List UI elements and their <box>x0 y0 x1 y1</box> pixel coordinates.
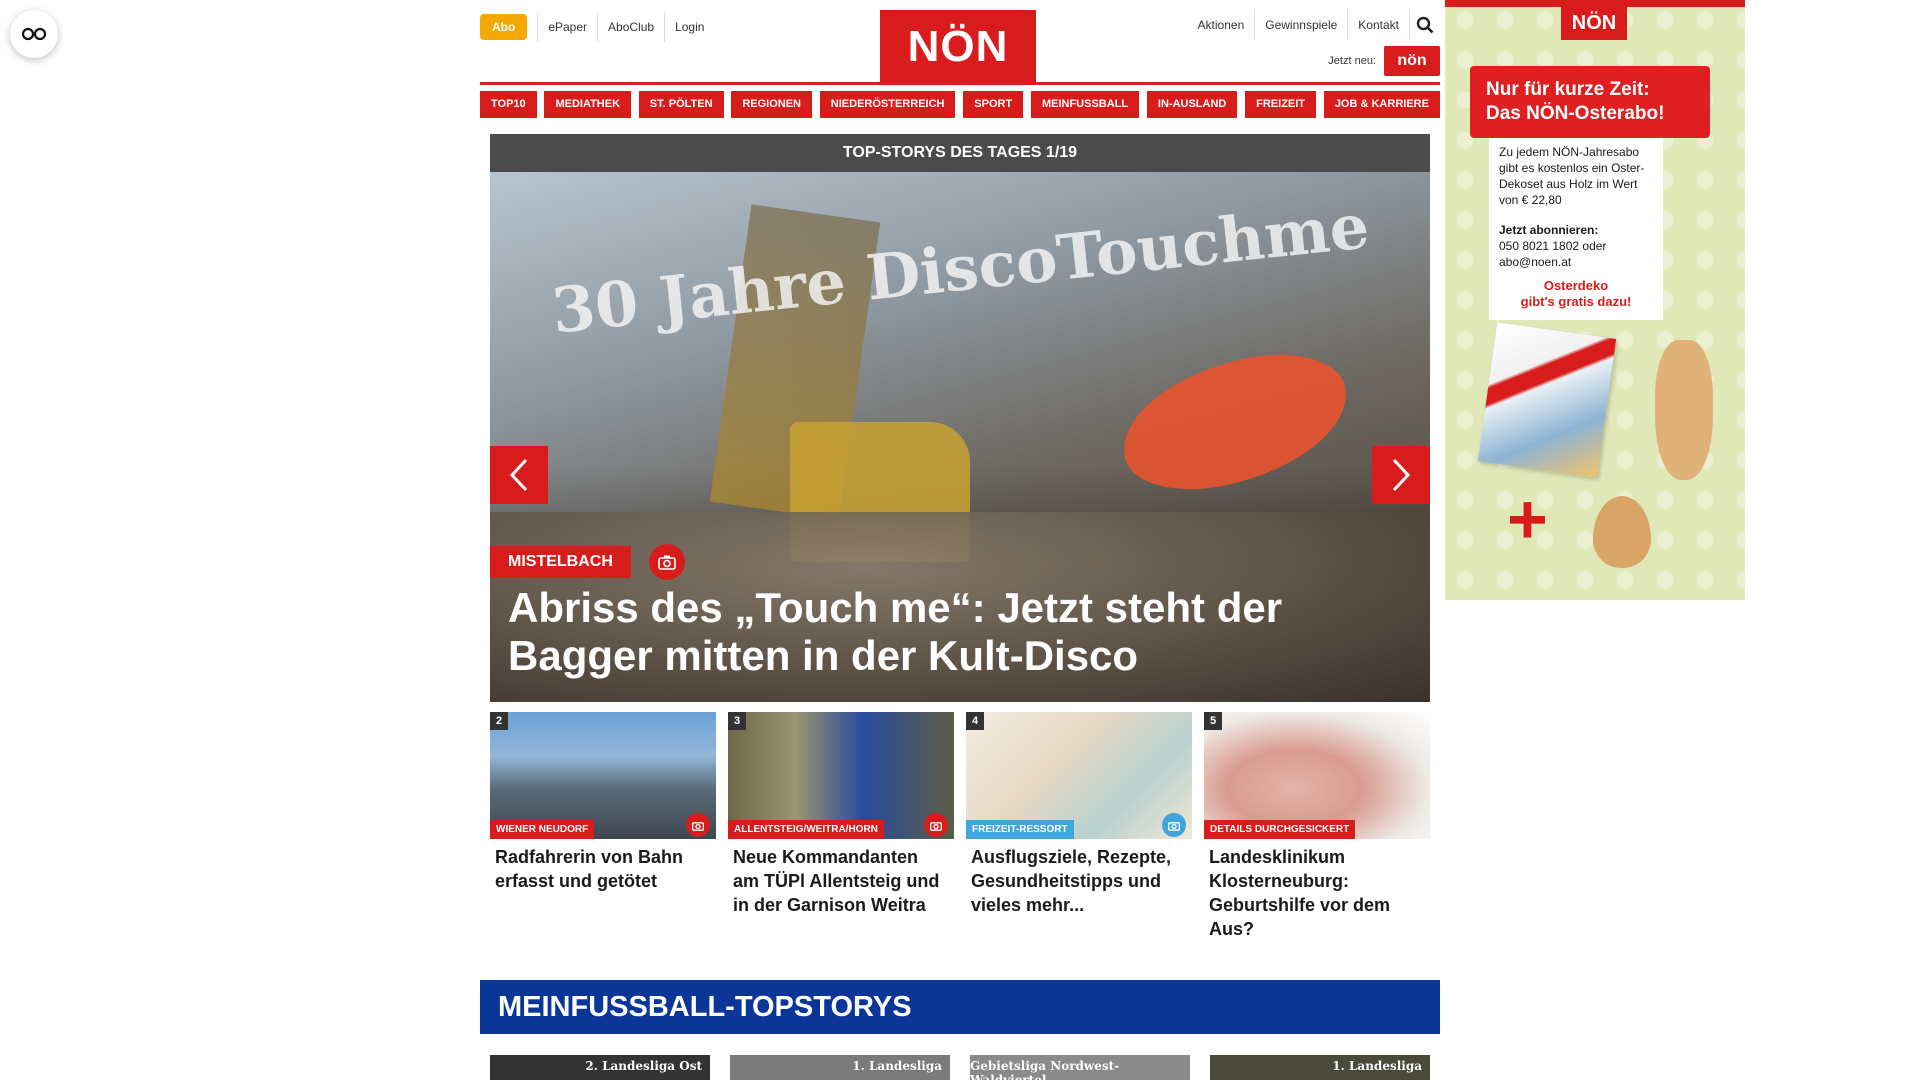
league-label: 1. Landesliga <box>1332 1059 1422 1073</box>
aktionen-link[interactable]: Aktionen <box>1188 10 1256 40</box>
nav-mediathek[interactable]: MEDIATHEK <box>544 91 632 118</box>
meinfussball-card[interactable]: 2. Landesliga Ost <box>490 1055 710 1080</box>
nav-in-ausland[interactable]: IN-AUSLAND <box>1146 91 1238 118</box>
chevron-right-icon <box>1392 458 1411 492</box>
search-button[interactable] <box>1410 10 1440 40</box>
teaser-card[interactable]: 5 DETAILS DURCHGESICKERT Landesklinikum … <box>1204 712 1430 941</box>
meinfussball-card[interactable]: 1. Landesliga <box>1210 1055 1430 1080</box>
league-label: 2. Landesliga Ost <box>585 1059 702 1073</box>
teaser-rank: 5 <box>1204 712 1222 730</box>
glasses-icon <box>21 27 47 41</box>
teaser-image: 3 ALLENTSTEIG/WEITRA/HORN <box>728 712 954 839</box>
ad-logo: NÖN <box>1561 6 1627 40</box>
teaser-rank: 2 <box>490 712 508 730</box>
meinfussball-cards: 2. Landesliga Ost 1. Landesliga Gebietsl… <box>490 1055 1430 1080</box>
league-label: Gebietsliga Nordwest-Waldviertel <box>970 1059 1120 1080</box>
gallery-badge <box>648 544 685 580</box>
header-divider <box>480 82 1440 85</box>
slider-headline[interactable]: Abriss des „Touch me“: Jetzt steht der B… <box>508 584 1408 680</box>
abo-button[interactable]: Abo <box>480 14 528 40</box>
nav-niederoesterreich[interactable]: NIEDERÖSTERREICH <box>819 91 956 118</box>
teaser-card[interactable]: 2 WIENER NEUDORF Radfahrerin von Bahn er… <box>490 712 716 941</box>
bunny-decoration <box>1655 340 1713 480</box>
nav-job-karriere[interactable]: JOB & KARRIERE <box>1323 91 1440 118</box>
ad-subscribe-contact: 050 8021 1802 oder abo@noen.at <box>1499 239 1607 269</box>
teaser-rank: 3 <box>728 712 746 730</box>
chevron-left-icon <box>509 458 528 492</box>
jetzt-neu: Jetzt neu: nön <box>1328 46 1440 76</box>
slider-prev-button[interactable] <box>490 446 548 504</box>
camera-icon <box>692 821 704 831</box>
lips-logo-shape <box>1110 339 1360 505</box>
kontakt-link[interactable]: Kontakt <box>1348 10 1410 40</box>
osterabo-ad[interactable]: NÖN Nur für kurze Zeit: Das NÖN-Osterabo… <box>1445 0 1745 600</box>
ad-newspapers-image <box>1477 322 1617 478</box>
teaser-card[interactable]: 3 ALLENTSTEIG/WEITRA/HORN Neue Kommandan… <box>728 712 954 941</box>
teaser-title[interactable]: Ausflugsziele, Rezepte, Gesundheitstipps… <box>966 839 1192 917</box>
header-left-links: Abo ePaper AboClub Login <box>480 12 714 42</box>
nav-top10[interactable]: TOP10 <box>480 91 537 118</box>
site-logo[interactable]: NÖN <box>880 10 1036 84</box>
page: Abo ePaper AboClub Login NÖN Aktionen Ge… <box>0 0 1920 1080</box>
camera-icon <box>1168 821 1180 831</box>
nav-st-poelten[interactable]: ST. PÖLTEN <box>638 91 724 118</box>
teaser-image: 5 DETAILS DURCHGESICKERT <box>1204 712 1430 839</box>
ad-offer-text: Zu jedem NÖN-Jahresabo gibt es kostenlos… <box>1499 145 1645 207</box>
meinfussball-section-title[interactable]: MEINFUSSBALL-TOPSTORYS <box>480 980 1440 1034</box>
gallery-badge <box>924 813 948 837</box>
teaser-title[interactable]: Landesklinikum Klosterneuburg: Geburtshi… <box>1204 839 1430 941</box>
ad-promo: Osterdeko gibt's gratis dazu! <box>1520 278 1632 309</box>
jetzt-neu-logo[interactable]: nön <box>1384 46 1440 76</box>
teaser-image: 4 FREIZEIT-RESSORT <box>966 712 1192 839</box>
egg-decoration <box>1593 496 1651 568</box>
gallery-badge <box>1162 813 1186 837</box>
camera-icon <box>930 821 942 831</box>
jetzt-neu-label: Jetzt neu: <box>1328 55 1376 67</box>
login-link[interactable]: Login <box>664 12 714 42</box>
teaser-category: DETAILS DURCHGESICKERT <box>1204 820 1356 839</box>
meinfussball-card[interactable]: 1. Landesliga <box>730 1055 950 1080</box>
main-nav: TOP10 MEDIATHEK ST. PÖLTEN REGIONEN NIED… <box>480 91 1440 118</box>
teaser-card[interactable]: 4 FREIZEIT-RESSORT Ausflugsziele, Rezept… <box>966 712 1192 941</box>
slider-category[interactable]: MISTELBACH <box>490 546 631 578</box>
teaser-title[interactable]: Neue Kommandanten am TÜPl Allentsteig un… <box>728 839 954 917</box>
ad-headline-line2: Das NÖN-Osterabo! <box>1486 103 1665 124</box>
league-label: 1. Landesliga <box>852 1059 942 1073</box>
slider-title: TOP-STORYS DES TAGES 1/19 <box>490 134 1430 172</box>
teaser-rank: 4 <box>966 712 984 730</box>
ad-subscribe-label: Jetzt abonnieren: <box>1499 223 1599 237</box>
top-stories-slider: TOP-STORYS DES TAGES 1/19 30 Jahre Disco… <box>490 134 1430 702</box>
teaser-image: 2 WIENER NEUDORF <box>490 712 716 839</box>
plus-icon: + <box>1507 480 1548 558</box>
teaser-category: ALLENTSTEIG/WEITRA/HORN <box>728 820 884 839</box>
epaper-link[interactable]: ePaper <box>537 12 597 42</box>
nav-regionen[interactable]: REGIONEN <box>731 91 813 118</box>
search-icon <box>1416 16 1434 34</box>
nav-freizeit[interactable]: FREIZEIT <box>1245 91 1317 118</box>
ad-headline: Nur für kurze Zeit: Das NÖN-Osterabo! <box>1470 66 1710 138</box>
slider-image[interactable]: 30 Jahre DiscoTouchme MISTELBACH Abriss … <box>490 172 1430 702</box>
teaser-cards: 2 WIENER NEUDORF Radfahrerin von Bahn er… <box>490 712 1430 941</box>
meinfussball-card[interactable]: Gebietsliga Nordwest-Waldviertel <box>970 1055 1190 1080</box>
disco-wall-text: 30 Jahre DiscoTouchme <box>548 189 1373 348</box>
nav-meinfussball[interactable]: MEINFUSSBALL <box>1030 91 1140 118</box>
ad-textbox: Zu jedem NÖN-Jahresabo gibt es kostenlos… <box>1489 138 1663 320</box>
teaser-title[interactable]: Radfahrerin von Bahn erfasst und getötet <box>490 839 716 893</box>
reader-mode-button[interactable] <box>10 10 58 58</box>
gallery-badge <box>686 813 710 837</box>
ad-headline-line1: Nur für kurze Zeit: <box>1486 79 1650 100</box>
teaser-category: FREIZEIT-RESSORT <box>966 820 1074 839</box>
gewinnspiele-link[interactable]: Gewinnspiele <box>1255 10 1349 40</box>
camera-icon <box>658 555 676 570</box>
aboclub-link[interactable]: AboClub <box>597 12 664 42</box>
header-right-links: Aktionen Gewinnspiele Kontakt <box>1188 10 1440 40</box>
nav-sport[interactable]: SPORT <box>963 91 1024 118</box>
slider-next-button[interactable] <box>1372 446 1430 504</box>
site-header: Abo ePaper AboClub Login NÖN Aktionen Ge… <box>480 0 1440 84</box>
teaser-category: WIENER NEUDORF <box>490 820 595 839</box>
slider-category-row: MISTELBACH <box>490 544 685 580</box>
